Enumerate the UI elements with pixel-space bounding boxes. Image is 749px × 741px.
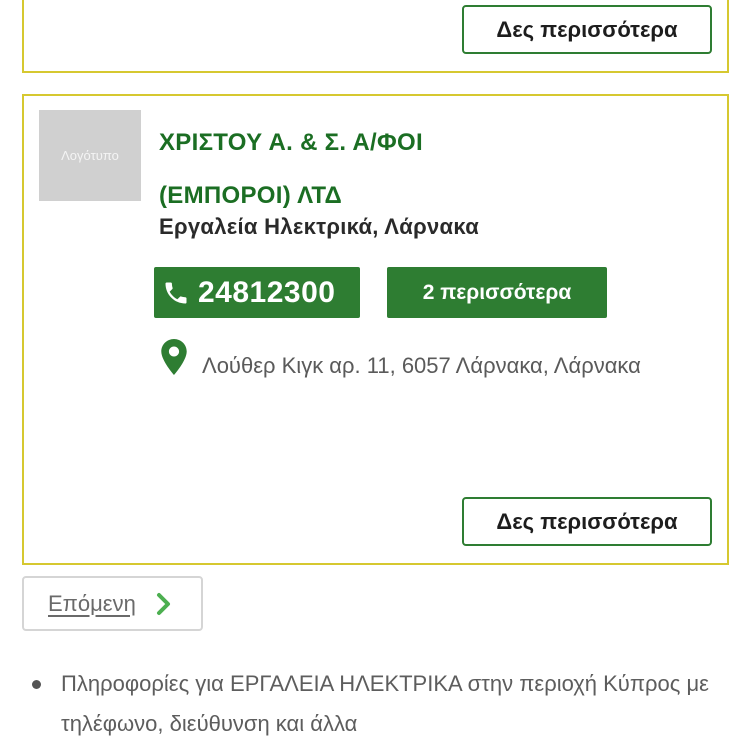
business-category: Εργαλεία Ηλεκτρικά, Λάρνακα — [159, 214, 480, 239]
phone-number: 24812300 — [198, 275, 336, 309]
chevron-right-icon — [156, 592, 170, 615]
next-page-button[interactable]: Επόμενη — [22, 576, 203, 631]
bullet — [32, 680, 41, 689]
phone-button[interactable]: 24812300 — [154, 267, 360, 318]
logo-placeholder: Λογότυπο — [39, 110, 141, 201]
business-name[interactable]: ΧΡΙΣΤΟΥ Α. & Σ. Α/ΦΟΙ (ΕΜΠΟΡΟΙ) ΛΤΔ — [159, 116, 579, 222]
info-text: Πληροφορίες για ΕΡΓΑΛΕΙΑ ΗΛΕΚΤΡΙΚΑ στην … — [61, 671, 709, 736]
business-address[interactable]: Λούθερ Κιγκ αρ. 11, 6057 Λάρνακα, Λάρνακ… — [154, 344, 654, 387]
list-item: Πληροφορίες για ΕΡΓΑΛΕΙΑ ΗΛΕΚΤΡΙΚΑ στην … — [0, 664, 749, 741]
info-list: Πληροφορίες για ΕΡΓΑΛΕΙΑ ΗΛΕΚΤΡΙΚΑ στην … — [0, 664, 749, 741]
phone-icon — [165, 282, 187, 303]
previous-see-more-button[interactable]: Δες περισσότερα — [462, 5, 712, 54]
previous-listing-card: Δες περισσότερα — [22, 0, 729, 73]
listing-card: Λογότυπο ΧΡΙΣΤΟΥ Α. & Σ. Α/ΦΟΙ (ΕΜΠΟΡΟΙ)… — [22, 94, 729, 565]
business-name-line-1[interactable]: ΧΡΙΣΤΟΥ Α. & Σ. Α/ΦΟΙ — [159, 116, 579, 169]
page: Δες περισσότερα Λογότυπο ΧΡΙΣΤΟΥ Α. & Σ.… — [0, 0, 749, 741]
next-page-label: Επόμενη — [48, 590, 136, 616]
more-phones-button[interactable]: 2 περισσότερα — [387, 267, 607, 318]
logo-placeholder-text: Λογότυπο — [61, 148, 119, 163]
see-more-button[interactable]: Δες περισσότερα — [462, 497, 712, 546]
